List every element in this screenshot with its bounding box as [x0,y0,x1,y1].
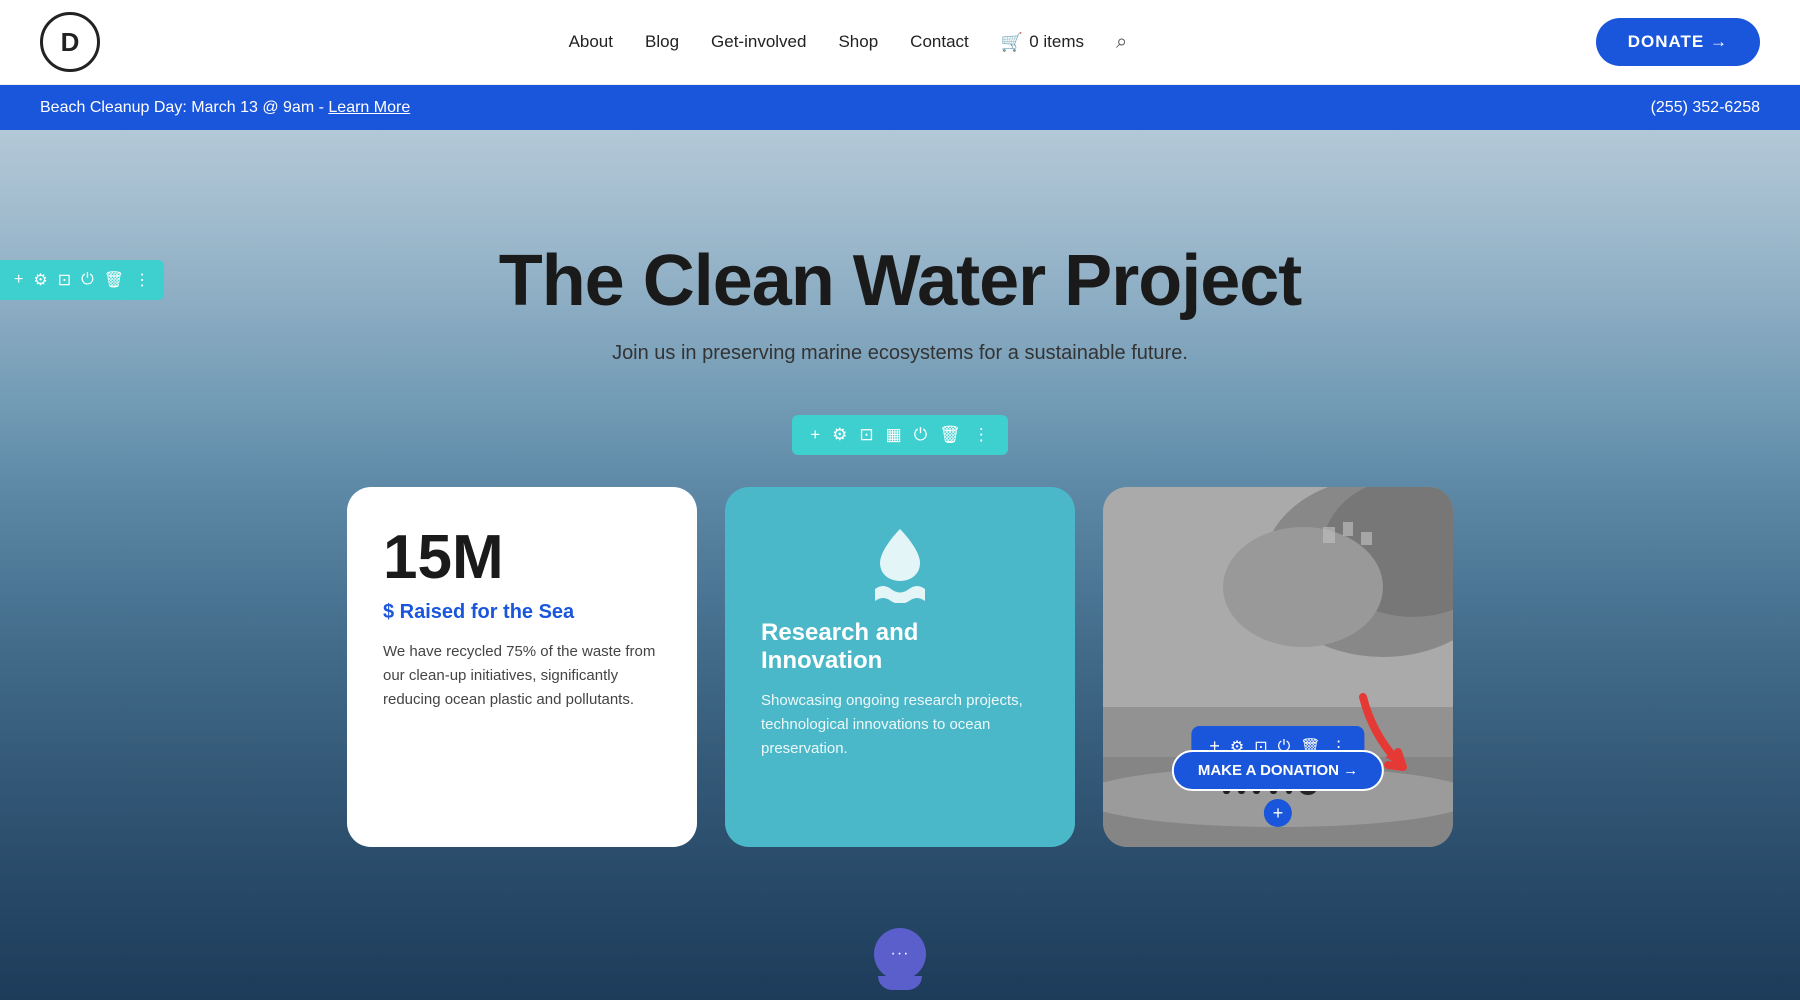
research-card-title: Research and Innovation [761,619,1039,675]
image-card: + ⚙ ⊡ ⏻ 🗑 ⋮ MAKE A DONATION → + [1103,487,1453,847]
section-power-icon[interactable]: ⏻ [914,425,927,445]
toolbar-duplicate-icon[interactable]: ⊡ [58,270,71,290]
section-grid-icon[interactable]: ▦ [886,425,902,445]
research-card-body: Showcasing ongoing research projects, te… [761,689,1039,761]
research-card: Research and Innovation Showcasing ongoi… [725,487,1075,847]
nav-get-involved[interactable]: Get-involved [711,32,806,52]
toolbar-settings-icon[interactable]: ⚙ [33,270,47,290]
cart-button[interactable]: 🛒 0 items [1001,32,1084,53]
chatbot-body [878,976,922,990]
toolbar-delete-icon[interactable]: 🗑 [104,270,124,290]
toolbar-power-icon[interactable]: ⏻ [81,271,94,289]
cart-count: 0 items [1029,32,1084,52]
hero-title: The Clean Water Project [499,240,1302,322]
hero-section: + ⚙ ⊡ ⏻ 🗑 ⋮ The Clean Water Project Join… [0,130,1800,1000]
nav-shop[interactable]: Shop [838,32,878,52]
toolbar-more-icon[interactable]: ⋮ [134,270,150,290]
cards-row: 15M $ Raised for the Sea We have recycle… [267,487,1533,847]
logo-area: D [40,12,100,72]
stat-card: 15M $ Raised for the Sea We have recycle… [347,487,697,847]
toolbar-add-icon[interactable]: + [14,271,23,289]
section-duplicate-icon[interactable]: ⊡ [859,425,873,445]
section-settings-icon[interactable]: ⚙ [832,425,847,445]
nav-about[interactable]: About [569,32,613,52]
announcement-bar: Beach Cleanup Day: March 13 @ 9am - Lear… [0,85,1800,130]
add-block-button[interactable]: + [1264,799,1292,827]
section-toolbar: + ⚙ ⊡ ▦ ⏻ 🗑 ⋮ [792,415,1008,455]
search-icon[interactable]: ⌕ [1116,31,1127,54]
hero-subtitle: Join us in preserving marine ecosystems … [499,342,1302,365]
header: D About Blog Get-involved Shop Contact 🛒… [0,0,1800,85]
donate-button[interactable]: DONATE → [1596,18,1760,66]
nav-contact[interactable]: Contact [910,32,969,52]
announcement-text: Beach Cleanup Day: March 13 @ 9am - Lear… [40,99,410,117]
chatbot-avatar[interactable]: ··· [874,928,926,990]
section-more-icon[interactable]: ⋮ [973,425,990,445]
hero-content: The Clean Water Project Join us in prese… [499,240,1302,365]
chatbot-bubble[interactable]: ··· [874,928,926,980]
section-add-icon[interactable]: + [810,425,820,445]
stat-body: We have recycled 75% of the waste from o… [383,640,661,712]
logo-icon[interactable]: D [40,12,100,72]
nav-blog[interactable]: Blog [645,32,679,52]
stat-number: 15M [383,527,661,589]
section-delete-icon[interactable]: 🗑 [939,425,961,445]
cart-icon: 🛒 [1001,32,1023,53]
learn-more-link[interactable]: Learn More [328,99,410,116]
stat-subtitle: $ Raised for the Sea [383,601,661,624]
editor-toolbar-top: + ⚙ ⊡ ⏻ 🗑 ⋮ [0,260,164,300]
main-nav: About Blog Get-involved Shop Contact 🛒 0… [569,31,1128,54]
water-drop-icon [761,527,1039,603]
phone-number: (255) 352-6258 [1651,99,1760,117]
